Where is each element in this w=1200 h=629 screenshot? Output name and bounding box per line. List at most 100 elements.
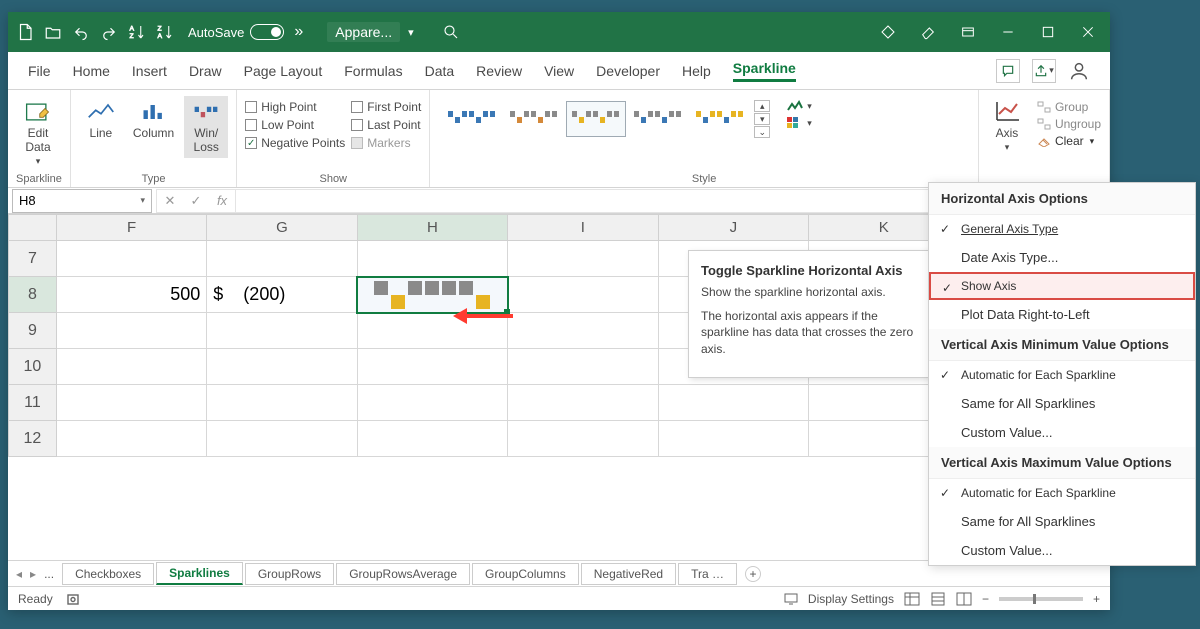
sparkline-color-button[interactable]: ▾ (786, 100, 812, 112)
row-header-11[interactable]: 11 (9, 385, 57, 421)
qat-more-icon[interactable]: » (294, 23, 303, 41)
min-same-item[interactable]: Same for All Sparklines (929, 389, 1195, 418)
minimize-icon[interactable] (1000, 24, 1016, 40)
zoom-out-button[interactable]: − (982, 592, 989, 606)
winloss-type-button[interactable]: Win/ Loss (184, 96, 228, 158)
redo-icon[interactable] (100, 23, 118, 41)
sheet-tab[interactable]: Tra … (678, 563, 737, 585)
tab-draw[interactable]: Draw (189, 63, 222, 79)
tab-view[interactable]: View (544, 63, 574, 79)
tab-file[interactable]: File (28, 63, 51, 79)
first-point-checkbox[interactable]: First Point (351, 100, 421, 114)
chevron-down-icon[interactable]: ▾ (408, 26, 414, 39)
macro-recorder-icon[interactable] (67, 592, 83, 606)
row-header-12[interactable]: 12 (9, 421, 57, 457)
page-break-view-icon[interactable] (956, 592, 972, 606)
zoom-in-button[interactable]: + (1093, 592, 1100, 606)
name-box[interactable]: H8▾ (12, 189, 152, 213)
last-point-checkbox[interactable]: Last Point (351, 118, 421, 132)
sheet-next-icon[interactable]: ▸ (30, 567, 36, 581)
new-sheet-icon[interactable]: + (745, 566, 761, 582)
maximize-icon[interactable] (1040, 24, 1056, 40)
tab-developer[interactable]: Developer (596, 63, 660, 79)
winloss-sparkline (364, 277, 501, 312)
tab-review[interactable]: Review (476, 63, 522, 79)
toggle-on-icon[interactable] (250, 24, 284, 40)
display-settings-icon[interactable] (784, 592, 798, 606)
share-icon[interactable]: ▾ (1032, 59, 1056, 83)
min-auto-item[interactable]: Automatic for Each Sparkline (929, 361, 1195, 389)
gallery-down-icon[interactable]: ▾ (754, 113, 770, 125)
column-type-button[interactable]: Column (129, 96, 178, 144)
status-ready: Ready (18, 592, 53, 606)
max-custom-item[interactable]: Custom Value... (929, 536, 1195, 565)
new-file-icon[interactable] (16, 23, 34, 41)
clear-button[interactable]: Clear▾ (1037, 134, 1101, 148)
max-auto-item[interactable]: Automatic for Each Sparkline (929, 479, 1195, 507)
axis-button[interactable]: Axis▾ (987, 96, 1027, 157)
line-type-button[interactable]: Line (79, 96, 123, 144)
row-header-8[interactable]: 8 (9, 277, 57, 313)
cell-g8[interactable]: $ (200) (207, 277, 357, 313)
autosave-toggle[interactable]: AutoSave (188, 24, 284, 40)
row-header-9[interactable]: 9 (9, 313, 57, 349)
normal-view-icon[interactable] (904, 592, 920, 606)
eraser-icon[interactable] (920, 24, 936, 40)
tab-insert[interactable]: Insert (132, 63, 167, 79)
low-point-checkbox[interactable]: Low Point (245, 118, 345, 132)
svg-text:A: A (130, 26, 135, 33)
sheet-tab[interactable]: NegativeRed (581, 563, 676, 585)
account-icon[interactable] (1068, 60, 1090, 82)
gallery-more-icon[interactable]: ⌄ (754, 126, 770, 138)
sort-asc-icon[interactable]: AZ (128, 23, 146, 41)
comments-icon[interactable] (996, 59, 1020, 83)
close-icon[interactable] (1080, 24, 1096, 40)
general-axis-type-item[interactable]: General Axis Type (929, 215, 1195, 243)
sheet-tab[interactable]: Checkboxes (62, 563, 154, 585)
display-settings-label[interactable]: Display Settings (808, 592, 894, 606)
sheet-tab[interactable]: GroupRows (245, 563, 334, 585)
sort-desc-icon[interactable]: ZA (156, 23, 174, 41)
tab-data[interactable]: Data (425, 63, 455, 79)
fx-icon[interactable]: fx (209, 190, 235, 212)
group-button: Group (1037, 100, 1101, 114)
date-axis-type-item[interactable]: Date Axis Type... (929, 243, 1195, 272)
search-icon[interactable] (442, 23, 460, 41)
max-same-item[interactable]: Same for All Sparklines (929, 507, 1195, 536)
page-layout-view-icon[interactable] (930, 592, 946, 606)
quick-access-toolbar: AZ ZA (8, 23, 182, 41)
diamond-icon[interactable] (880, 24, 896, 40)
select-all-corner[interactable] (9, 215, 57, 241)
sheet-prev-icon[interactable]: ◂ (16, 567, 22, 581)
plot-rtl-item[interactable]: Plot Data Right-to-Left (929, 300, 1195, 329)
open-icon[interactable] (44, 23, 62, 41)
tab-help[interactable]: Help (682, 63, 711, 79)
ribbon-display-icon[interactable] (960, 24, 976, 40)
filename[interactable]: Appare... (327, 22, 400, 42)
sheet-tab[interactable]: Sparklines (156, 562, 243, 585)
min-custom-item[interactable]: Custom Value... (929, 418, 1195, 447)
sheet-tab[interactable]: GroupRowsAverage (336, 563, 470, 585)
col-header-h[interactable]: H (357, 215, 507, 241)
tab-home[interactable]: Home (73, 63, 110, 79)
col-header-f[interactable]: F (56, 215, 206, 241)
row-header-7[interactable]: 7 (9, 241, 57, 277)
style-gallery[interactable]: ▴▾⌄ (438, 96, 774, 142)
marker-color-button[interactable]: ▾ (786, 116, 812, 130)
undo-icon[interactable] (72, 23, 90, 41)
show-axis-item[interactable]: Show Axis (929, 272, 1195, 300)
tab-sparkline[interactable]: Sparkline (733, 60, 796, 82)
zoom-slider[interactable] (999, 597, 1083, 601)
tab-formulas[interactable]: Formulas (344, 63, 402, 79)
cell-f8[interactable]: 500 (56, 277, 206, 313)
col-header-i[interactable]: I (508, 215, 658, 241)
gallery-up-icon[interactable]: ▴ (754, 100, 770, 112)
tab-page-layout[interactable]: Page Layout (244, 63, 323, 79)
negative-points-checkbox[interactable]: ✓Negative Points (245, 136, 345, 150)
row-header-10[interactable]: 10 (9, 349, 57, 385)
col-header-g[interactable]: G (207, 215, 357, 241)
col-header-j[interactable]: J (658, 215, 808, 241)
edit-data-button[interactable]: Edit Data ▾ (16, 96, 60, 171)
high-point-checkbox[interactable]: High Point (245, 100, 345, 114)
sheet-tab[interactable]: GroupColumns (472, 563, 579, 585)
